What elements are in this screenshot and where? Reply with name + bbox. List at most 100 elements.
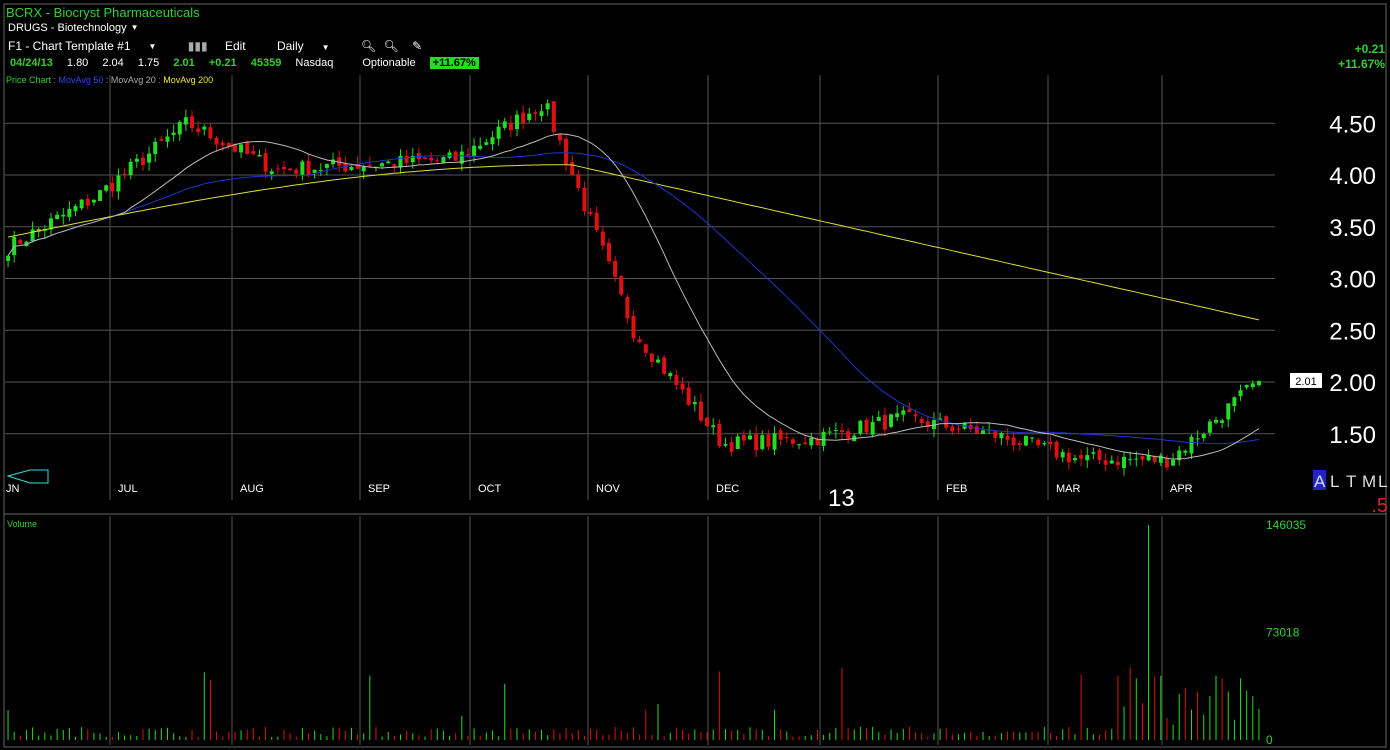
candle-body xyxy=(956,428,961,430)
candle-body xyxy=(1048,441,1053,445)
candle-body xyxy=(508,122,513,131)
scroll-left-handle xyxy=(6,469,49,484)
legend-ma20: MovAvg 20 xyxy=(110,75,156,85)
candle-body xyxy=(502,121,507,128)
volume-tick-label: 146035 xyxy=(1266,518,1306,532)
candle-body xyxy=(6,255,11,261)
candle-body xyxy=(1238,390,1243,397)
candle-body xyxy=(557,133,562,141)
candle-body xyxy=(472,145,477,156)
candle-body xyxy=(1017,443,1022,446)
candle-body xyxy=(858,420,863,434)
candle-body xyxy=(913,414,918,417)
chart-canvas: 4.50 4.00 3.50 3.00 2.50 2.00 1.50 JN JUL AUG SEP O… xyxy=(3,3,1388,748)
candle-body xyxy=(361,166,366,172)
month-label: OCT xyxy=(478,483,502,495)
candle-body xyxy=(147,153,152,163)
candle-body xyxy=(1214,419,1219,423)
candle-body xyxy=(465,154,470,156)
candle-body xyxy=(116,175,121,192)
candle-body xyxy=(343,163,348,172)
quote-bar: 04/24/13 1.80 2.04 1.75 2.01 +0.21 45359… xyxy=(10,57,490,69)
candle-body xyxy=(864,419,869,433)
candle-body xyxy=(1085,455,1090,461)
candle-body xyxy=(803,442,808,445)
zoom-out-icon[interactable]: 🔍︎ xyxy=(383,39,398,53)
sector-dropdown[interactable]: DRUGS - Biotechnology ▼ xyxy=(8,22,139,34)
quote-high: 2.04 xyxy=(102,57,124,69)
candle-body xyxy=(435,160,440,162)
candle-body xyxy=(760,435,765,449)
candle-body xyxy=(514,114,519,130)
candle-body xyxy=(545,103,550,110)
year-label: 13 xyxy=(828,485,855,512)
candle-body xyxy=(809,437,814,446)
candle-body xyxy=(140,157,145,166)
candle-body xyxy=(741,434,746,441)
right-change-readout: +0.21 +11.67% xyxy=(1338,42,1385,72)
candle-body xyxy=(766,434,771,447)
candle-body xyxy=(662,357,667,374)
candles-group xyxy=(6,99,1261,476)
candle-body xyxy=(882,414,887,430)
candle-body xyxy=(1220,420,1225,423)
candle-body xyxy=(889,414,894,427)
zoom-in-icon[interactable]: 🔍︎ xyxy=(361,39,376,53)
candle-body xyxy=(288,168,293,171)
candle-body xyxy=(1171,459,1176,466)
template-dropdown[interactable]: F1 - Chart Template #1 ▼ xyxy=(8,39,170,53)
candle-body xyxy=(496,126,501,139)
candle-body xyxy=(1164,458,1169,468)
pct-change-badge: +11.67% xyxy=(429,57,479,69)
month-label: DEC xyxy=(716,483,739,495)
candle-body xyxy=(312,169,317,173)
candle-body xyxy=(386,161,391,164)
candle-body xyxy=(245,141,250,154)
candle-body xyxy=(478,145,483,149)
bottom-right-label: .5 xyxy=(1371,495,1388,517)
candle-body xyxy=(907,409,912,413)
month-label: JUL xyxy=(118,483,138,495)
candle-body xyxy=(1207,421,1212,433)
candle-body xyxy=(1134,458,1139,460)
candle-body xyxy=(1244,384,1249,388)
candle-body xyxy=(110,182,115,192)
quote-exchange: Nasdaq xyxy=(295,57,334,69)
window-border xyxy=(3,3,1387,748)
candle-body xyxy=(533,112,538,114)
candle-body xyxy=(1115,461,1120,466)
candle-body xyxy=(1146,455,1151,461)
chevron-down-icon: ▼ xyxy=(130,23,139,32)
candle-body xyxy=(134,158,139,162)
edit-button[interactable]: ▮▮▮ Edit xyxy=(188,39,260,53)
draw-pen-icon[interactable]: ✎ xyxy=(412,39,422,53)
candle-body xyxy=(551,101,556,132)
price-tick-label: 1.50 xyxy=(1329,422,1376,449)
candle-body xyxy=(686,387,691,405)
candle-body xyxy=(974,426,979,434)
timeframe-option: A xyxy=(1314,472,1326,491)
price-tick-label: 3.00 xyxy=(1329,267,1376,294)
period-label: Daily xyxy=(276,39,304,53)
candle-body xyxy=(55,214,60,220)
candle-body xyxy=(582,187,587,212)
template-label: F1 - Chart Template #1 xyxy=(8,39,131,53)
candle-body xyxy=(269,171,274,174)
legend-price: Price Chart xyxy=(6,75,52,85)
candle-body xyxy=(1183,450,1188,453)
candle-body xyxy=(570,161,575,175)
candle-body xyxy=(619,276,624,295)
candle-body xyxy=(870,421,875,435)
candle-body xyxy=(1122,456,1127,469)
candle-body xyxy=(815,439,820,446)
quote-close: 2.01 xyxy=(173,57,195,69)
candle-body xyxy=(839,430,844,433)
candle-body xyxy=(190,116,195,129)
candle-body xyxy=(318,169,323,171)
period-dropdown[interactable]: Daily ▼ xyxy=(277,39,344,53)
candle-body xyxy=(1226,403,1231,420)
candle-body xyxy=(183,117,188,125)
candle-body xyxy=(521,112,526,123)
candle-body xyxy=(177,122,182,135)
chart-window: 4.50 4.00 3.50 3.00 2.50 2.00 1.50 JN JUL AUG SEP O… xyxy=(0,0,1390,750)
